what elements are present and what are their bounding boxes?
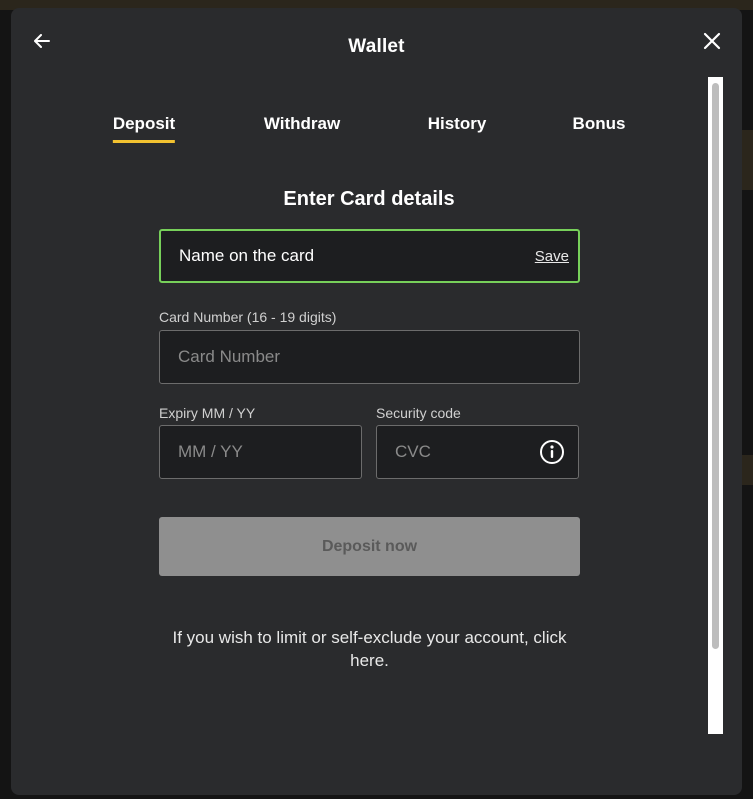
security-code-input[interactable]: CVC xyxy=(376,425,579,479)
card-number-input[interactable]: Card Number xyxy=(159,330,580,384)
name-on-card-value: Name on the card xyxy=(179,246,315,265)
security-code-label: Security code xyxy=(376,405,461,421)
tab-history[interactable]: History xyxy=(428,114,487,140)
backdrop-image xyxy=(742,455,753,485)
info-icon[interactable] xyxy=(539,439,565,465)
expiry-input[interactable]: MM / YY xyxy=(159,425,362,479)
save-link[interactable]: Save xyxy=(535,248,569,265)
form-heading: Enter Card details xyxy=(283,188,455,210)
backdrop-image xyxy=(742,130,753,190)
close-button[interactable] xyxy=(699,28,725,54)
deposit-now-button[interactable]: Deposit now xyxy=(159,517,580,576)
cvc-placeholder: CVC xyxy=(395,442,431,461)
wallet-modal: Wallet Deposit Withdraw History Bonus En… xyxy=(11,8,742,795)
card-number-placeholder: Card Number xyxy=(178,347,281,366)
tab-bonus[interactable]: Bonus xyxy=(573,114,626,140)
tab-deposit[interactable]: Deposit xyxy=(112,114,176,143)
self-exclude-link[interactable]: If you wish to limit or self-exclude you… xyxy=(159,626,580,672)
expiry-label: Expiry MM / YY xyxy=(159,405,256,421)
expiry-placeholder: MM / YY xyxy=(178,442,243,461)
scrollbar[interactable] xyxy=(708,77,723,734)
tab-withdraw[interactable]: Withdraw xyxy=(264,114,340,140)
close-icon xyxy=(703,32,721,50)
scrollbar-thumb[interactable] xyxy=(712,83,719,649)
card-number-label: Card Number (16 - 19 digits) xyxy=(159,309,337,325)
wallet-tabs: Deposit Withdraw History Bonus xyxy=(11,114,708,144)
modal-title: Wallet xyxy=(348,36,405,57)
name-on-card-field[interactable]: Name on the card Save xyxy=(159,229,580,283)
